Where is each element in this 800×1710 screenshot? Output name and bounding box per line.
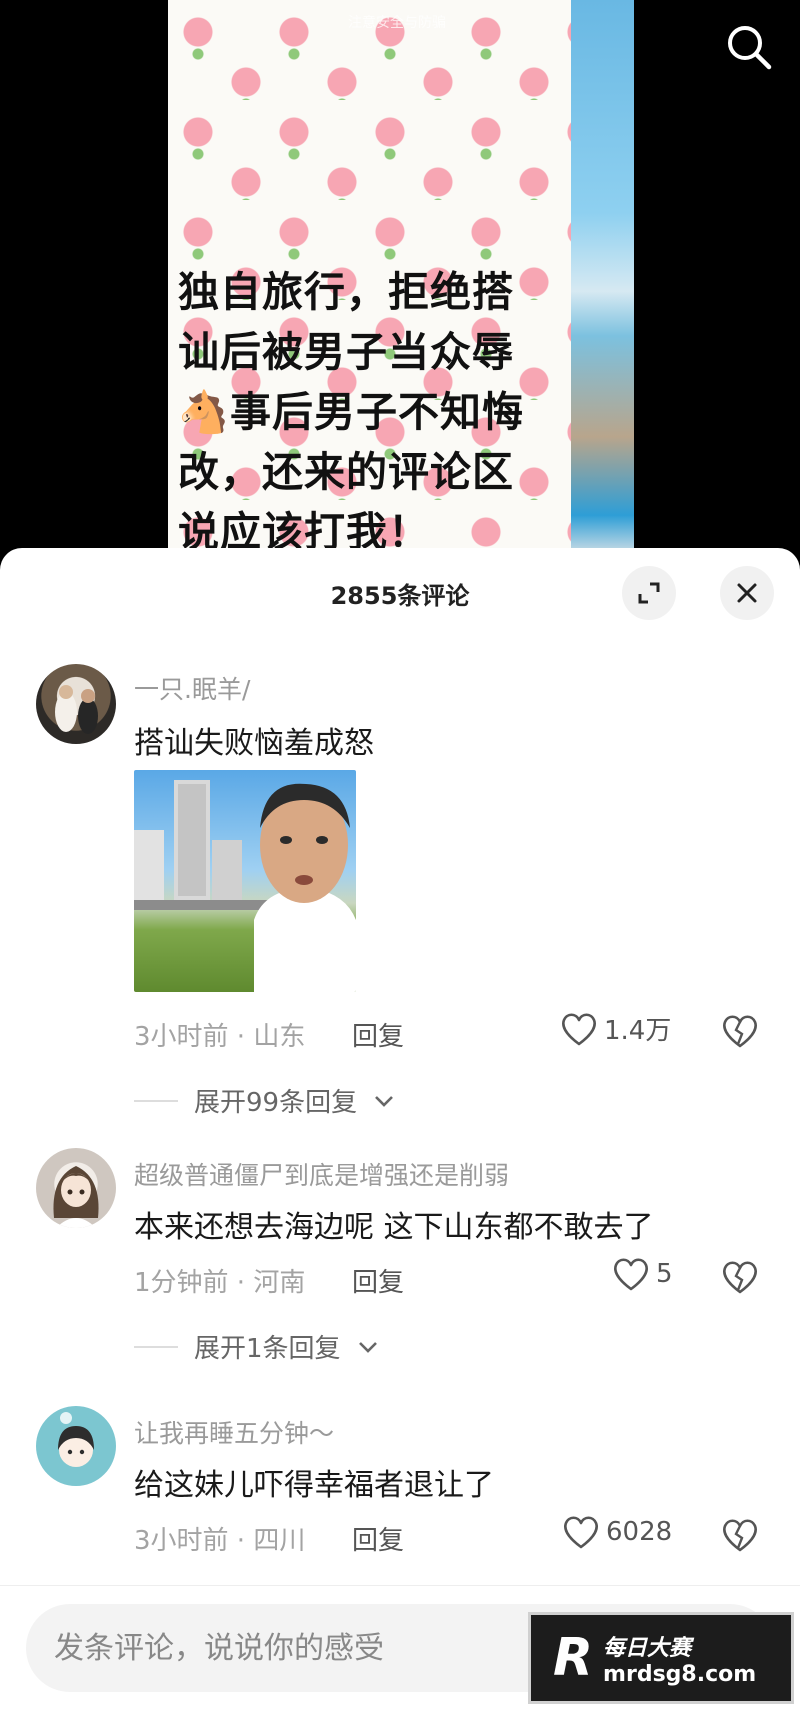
broken-heart-icon bbox=[723, 1261, 757, 1294]
video-player[interactable]: 注意安全与防骗 独自旅行，拒绝搭 讪后被男子当众辱 🐴事后男子不知悔 改，还来的… bbox=[0, 0, 800, 560]
divider-line bbox=[134, 1345, 178, 1348]
expand-replies-button[interactable]: 展开99条回复 bbox=[134, 1082, 395, 1119]
site-name: 每日大赛 mrdsg8.com bbox=[603, 1630, 756, 1687]
chevron-down-icon bbox=[375, 1095, 394, 1107]
comment-input[interactable] bbox=[54, 1630, 574, 1666]
comment-meta: 3小时前 · 四川 bbox=[134, 1526, 306, 1556]
avatar-photo bbox=[53, 1166, 99, 1228]
site-name-line1: 每日大赛 bbox=[603, 1635, 692, 1661]
dislike-button[interactable] bbox=[720, 1516, 760, 1556]
site-logo: R bbox=[553, 1628, 594, 1688]
comment-username[interactable]: 一只.眠羊/ bbox=[134, 670, 250, 706]
like-count: 6028 bbox=[606, 1517, 673, 1547]
comment-image-content bbox=[134, 780, 356, 992]
comment-meta: 3小时前 · 山东 bbox=[134, 1022, 306, 1052]
video-watermark: 注意安全与防骗 bbox=[348, 15, 446, 31]
broken-heart-icon bbox=[723, 1015, 757, 1048]
reply-button[interactable]: 回复 bbox=[352, 1520, 404, 1557]
expand-sheet-button[interactable] bbox=[622, 566, 676, 620]
close-sheet-button[interactable] bbox=[720, 566, 774, 620]
search-button[interactable] bbox=[722, 20, 776, 74]
expand-icon bbox=[638, 582, 660, 604]
avatar-photo bbox=[55, 685, 98, 734]
close-icon bbox=[737, 583, 757, 603]
expand-replies-label: 展开1条回复 bbox=[194, 1334, 341, 1364]
comment-text: 给这妹儿吓得幸福者退让了 bbox=[134, 1468, 494, 1503]
dislike-button[interactable] bbox=[720, 1012, 760, 1052]
reply-button[interactable]: 回复 bbox=[352, 1262, 404, 1299]
comment-username[interactable]: 让我再睡五分钟～ bbox=[134, 1414, 334, 1450]
avatar-photo bbox=[58, 1412, 94, 1467]
like-button[interactable]: 6028 bbox=[562, 1514, 672, 1550]
comment-username[interactable]: 超级普通僵尸到底是增强还是削弱 bbox=[134, 1156, 509, 1192]
chevron-down-icon bbox=[358, 1341, 377, 1353]
avatar[interactable] bbox=[36, 664, 116, 744]
video-caption: 独自旅行，拒绝搭 讪后被男子当众辱 🐴事后男子不知悔 改，还来的评论区 说应该打… bbox=[178, 268, 525, 556]
divider-line bbox=[134, 1099, 178, 1102]
like-button[interactable]: 1.4万 bbox=[560, 1010, 671, 1047]
reply-button[interactable]: 回复 bbox=[352, 1016, 404, 1053]
expand-replies-button[interactable]: 展开1条回复 bbox=[134, 1328, 379, 1365]
avatar[interactable] bbox=[36, 1406, 116, 1486]
heart-icon bbox=[614, 1258, 648, 1291]
broken-heart-icon bbox=[723, 1519, 757, 1552]
video-side-image bbox=[571, 0, 634, 560]
like-count: 1.4万 bbox=[604, 1016, 672, 1046]
dislike-button[interactable] bbox=[720, 1258, 760, 1298]
like-count: 5 bbox=[656, 1259, 673, 1289]
comment-meta: 1分钟前 · 河南 bbox=[134, 1268, 306, 1298]
comment-text: 本来还想去海边呢 这下山东都不敢去了 bbox=[134, 1210, 654, 1245]
comment-text: 搭讪失败恼羞成怒 bbox=[134, 726, 374, 761]
site-domain: mrdsg8.com bbox=[603, 1661, 757, 1687]
comments-sheet: 2855条评论 一只.眠羊/ 搭讪失败恼羞成怒 3小时前 · 山东 回复 1.4… bbox=[0, 548, 800, 1710]
comment-image[interactable] bbox=[134, 770, 356, 992]
expand-replies-label: 展开99条回复 bbox=[194, 1088, 358, 1118]
comments-count-title: 2855条评论 bbox=[330, 582, 470, 610]
heart-icon bbox=[562, 1012, 596, 1045]
search-icon bbox=[728, 26, 772, 70]
like-button[interactable]: 5 bbox=[612, 1256, 673, 1292]
avatar[interactable] bbox=[36, 1148, 116, 1228]
site-watermark-badge: R 每日大赛 mrdsg8.com bbox=[528, 1612, 794, 1704]
heart-icon bbox=[564, 1516, 598, 1549]
